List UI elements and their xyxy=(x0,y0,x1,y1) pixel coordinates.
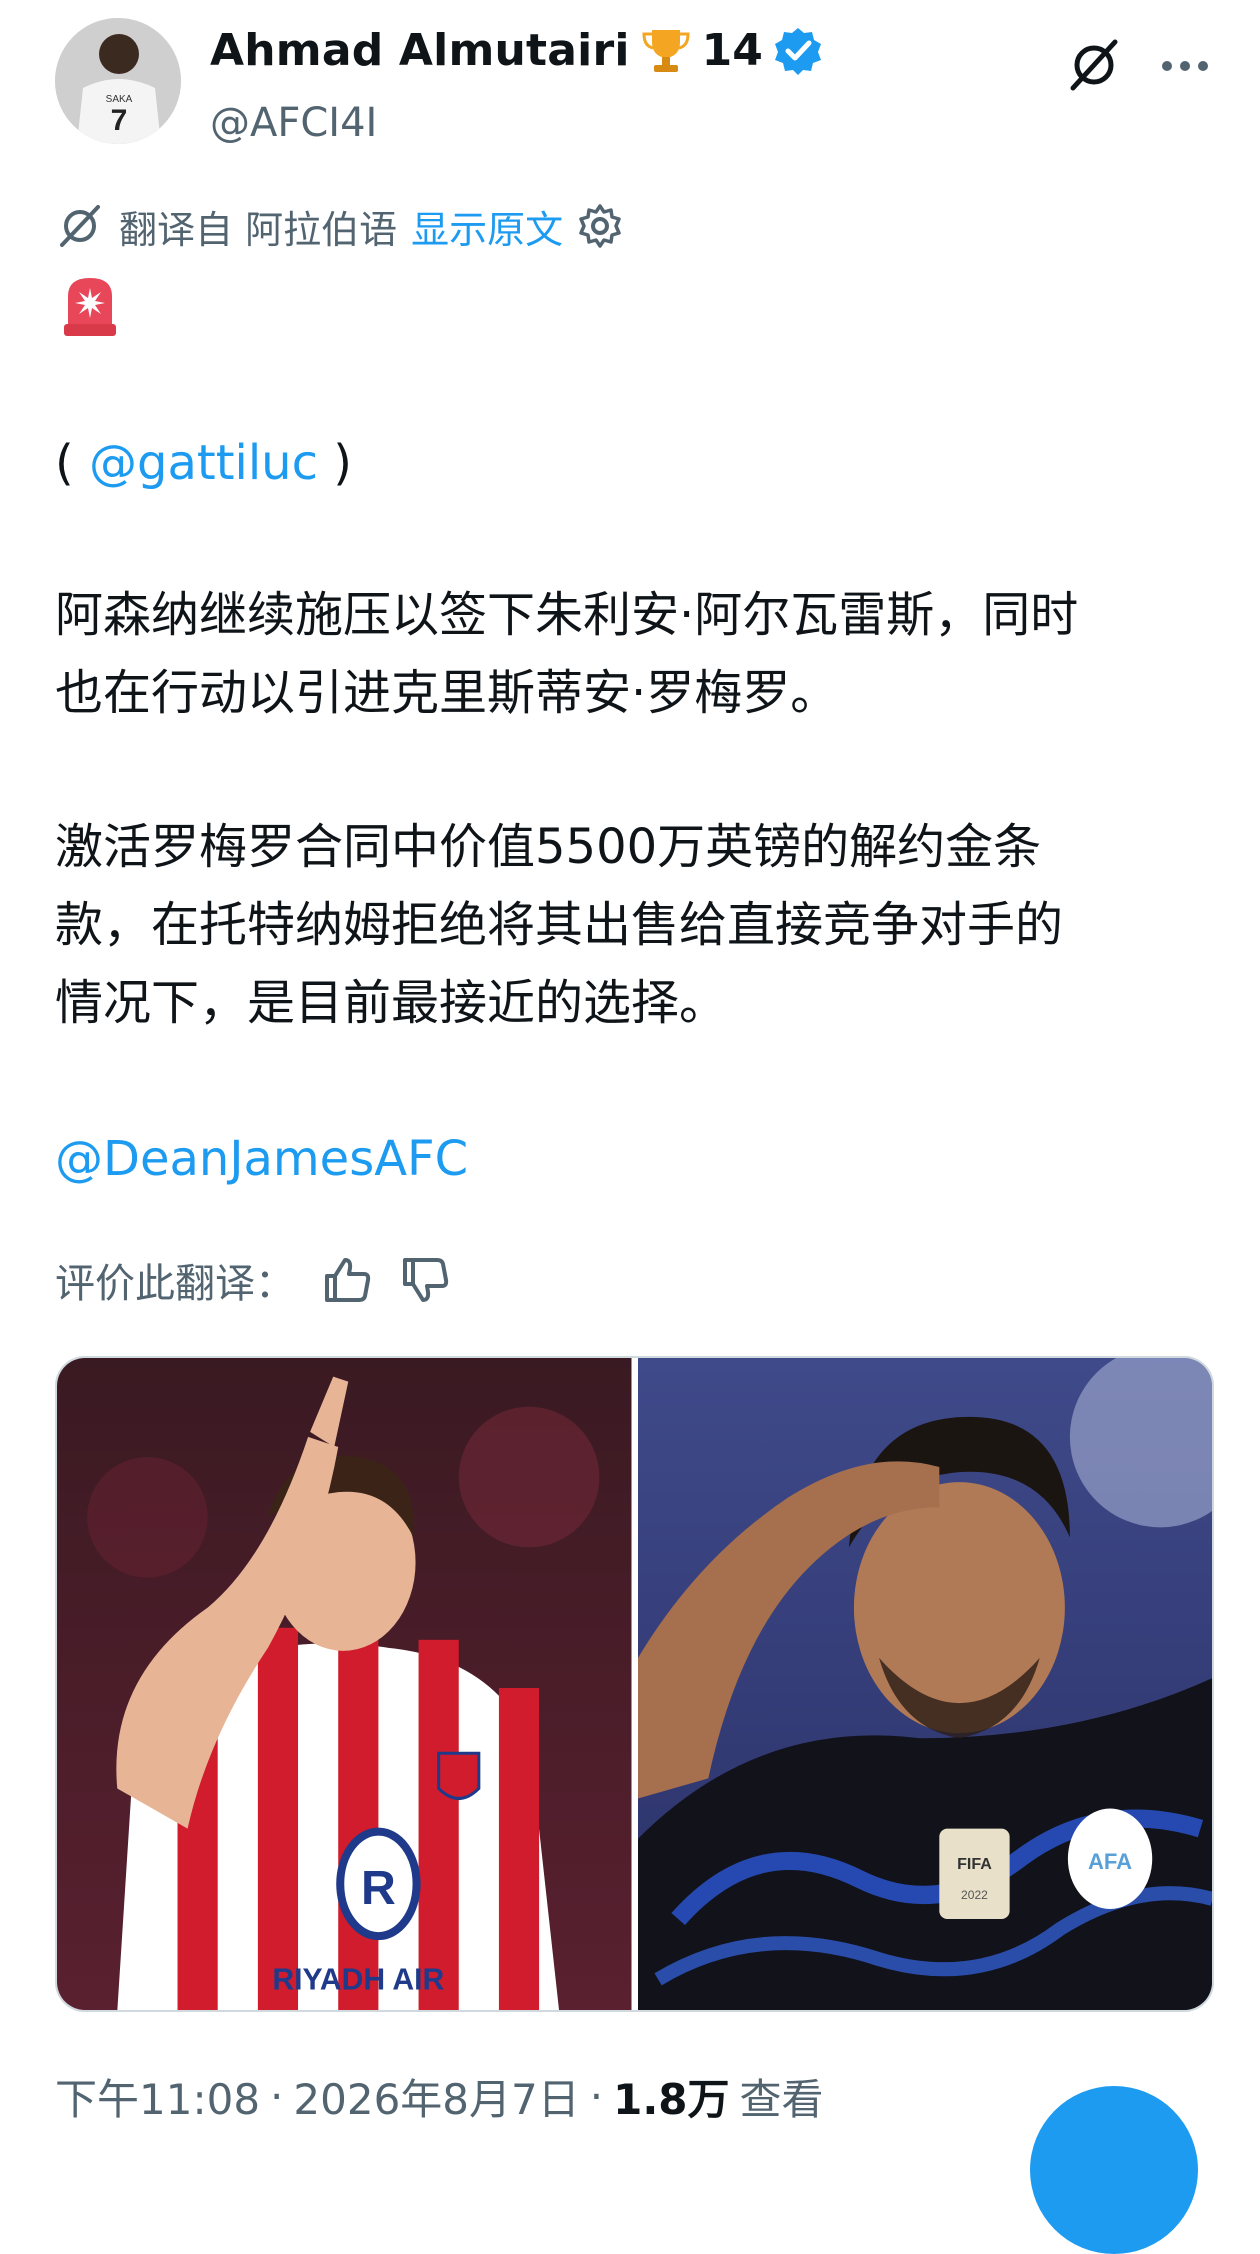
rate-translation: 评价此翻译： xyxy=(55,1250,451,1310)
display-name[interactable]: Ahmad Almutairi xyxy=(210,25,630,76)
svg-text:7: 7 xyxy=(111,104,128,137)
paragraph-2: 激活罗梅罗合同中价值5500万英镑的解约金条 款，在托特纳姆拒绝将其出售给直接竞… xyxy=(55,819,1064,1031)
mention-link[interactable]: @gattiluc xyxy=(89,435,318,491)
svg-text:FIFA: FIFA xyxy=(957,1855,992,1873)
translation-bar: 翻译自 阿拉伯语 显示原文 xyxy=(55,196,623,256)
verified-icon[interactable] xyxy=(773,25,823,75)
views-count: 1.8万 xyxy=(613,2074,730,2124)
timestamp[interactable]: 下午11:08 xyxy=(55,2066,260,2127)
rate-label: 评价此翻译： xyxy=(55,1261,295,1307)
siren-icon xyxy=(64,278,116,336)
handle[interactable]: @AFCI4I xyxy=(210,100,377,146)
mention-link[interactable]: @DeanJamesAFC xyxy=(55,1131,468,1187)
tweet-meta: 下午11:08 · 2026年8月7日 · 1.8万 查看 xyxy=(55,2066,824,2126)
more-icon[interactable] xyxy=(1155,36,1215,96)
name-row: Ahmad Almutairi 14 xyxy=(210,20,823,80)
trophy-icon xyxy=(642,30,690,72)
avatar[interactable]: SAKA 7 xyxy=(55,18,181,144)
svg-text:AFA: AFA xyxy=(1087,1849,1131,1874)
grok-icon[interactable] xyxy=(1065,36,1123,94)
credit-line: @DeanJamesAFC xyxy=(55,1120,1215,1198)
svg-text:R: R xyxy=(361,1861,396,1915)
thumbs-down-icon[interactable] xyxy=(399,1254,451,1306)
settings-icon[interactable] xyxy=(577,203,623,249)
compose-fab-button[interactable] xyxy=(1030,2086,1198,2254)
translated-from-label: 翻译自 阿拉伯语 xyxy=(119,207,398,252)
media-grid: R RIYADH AIR FIFA 2022 AFA xyxy=(55,1356,1214,2012)
grok-icon xyxy=(60,205,100,247)
photo-right[interactable]: FIFA 2022 AFA xyxy=(637,1358,1212,2010)
source-line: ( @gattiluc ) xyxy=(55,435,352,491)
thumbs-up-icon[interactable] xyxy=(321,1254,373,1306)
svg-text:RIYADH AIR: RIYADH AIR xyxy=(272,1963,444,1996)
show-original-link[interactable]: 显示原文 xyxy=(411,199,563,254)
svg-text:2022: 2022 xyxy=(961,1888,988,1902)
photo-left[interactable]: R RIYADH AIR xyxy=(57,1358,632,2010)
badge-count: 14 xyxy=(701,24,763,76)
paragraph-1: 阿森纳继续施压以签下朱利安·阿尔瓦雷斯，同时 也在行动以引进克里斯蒂安·罗梅罗。 xyxy=(55,587,1079,721)
tweet-header: SAKA 7 Ahmad Almutairi 14 @AFCI4I xyxy=(55,18,1215,148)
date[interactable]: 2026年8月7日 xyxy=(293,2066,579,2127)
views-label: 查看 xyxy=(739,2074,824,2124)
